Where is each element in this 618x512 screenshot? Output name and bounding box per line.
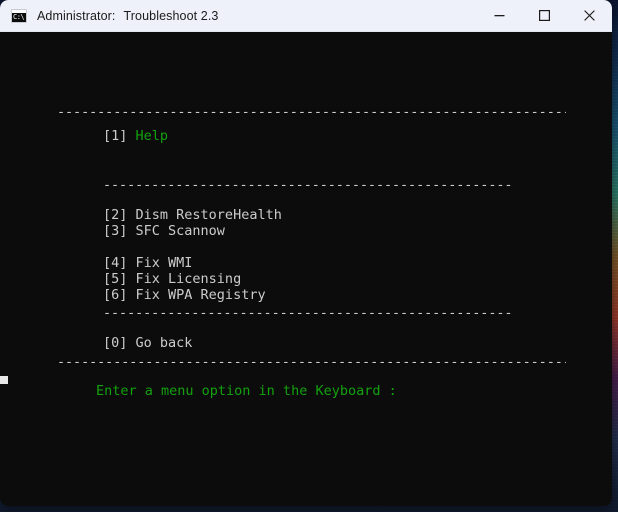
maximize-icon [539,10,550,21]
separator-bottom: ----------------------------------------… [57,354,566,370]
menu-item-4-key: [4] [103,255,128,271]
menu-item-2-key: [2] [103,207,128,223]
menu-item-6[interactable]: [6] Fix WPA Registry [103,287,266,303]
minimize-icon [494,15,505,17]
menu-item-3-key: [3] [103,223,128,239]
console-window: C:\ Administrator: Troubleshoot 2.3 ----… [0,0,612,506]
menu-item-1[interactable]: [1] Help [103,128,168,144]
menu-item-0-label: Go back [135,335,193,351]
separator-after-help: ----------------------------------------… [103,177,514,193]
separator-top: ----------------------------------------… [57,104,566,120]
close-icon [584,10,595,21]
menu-item-2-label: Dism RestoreHealth [135,207,282,223]
console-output[interactable]: ----------------------------------------… [0,32,612,506]
menu-item-1-label: Help [135,128,169,144]
close-button[interactable] [567,0,612,31]
menu-item-6-key: [6] [103,287,128,303]
menu-item-5-label: Fix Licensing [135,271,242,287]
menu-item-5-key: [5] [103,271,128,287]
menu-item-5[interactable]: [5] Fix Licensing [103,271,241,287]
cmd-icon-glyph: C:\ [13,12,25,21]
cmd-console-icon: C:\ [11,8,27,23]
menu-item-1-key: [1] [103,128,128,144]
maximize-button[interactable] [522,0,567,31]
window-title: Administrator: Troubleshoot 2.3 [37,9,218,23]
text-cursor [0,376,8,384]
menu-item-4-label: Fix WMI [135,255,193,271]
menu-item-0[interactable]: [0] Go back [103,335,192,351]
window-title-app: Troubleshoot 2.3 [123,8,219,23]
menu-item-0-key: [0] [103,335,128,351]
menu-item-4[interactable]: [4] Fix WMI [103,255,192,271]
separator-before-goback: ----------------------------------------… [103,305,514,321]
window-title-prefix: Administrator: [37,8,116,23]
menu-item-6-label: Fix WPA Registry [135,287,266,303]
window-controls [477,0,612,31]
title-bar[interactable]: C:\ Administrator: Troubleshoot 2.3 [0,0,612,32]
menu-item-2[interactable]: [2] Dism RestoreHealth [103,207,282,223]
menu-item-3[interactable]: [3] SFC Scannow [103,223,225,239]
minimize-button[interactable] [477,0,522,31]
menu-item-3-label: SFC Scannow [135,223,225,239]
prompt-text: Enter a menu option in the Keyboard : [96,383,397,399]
